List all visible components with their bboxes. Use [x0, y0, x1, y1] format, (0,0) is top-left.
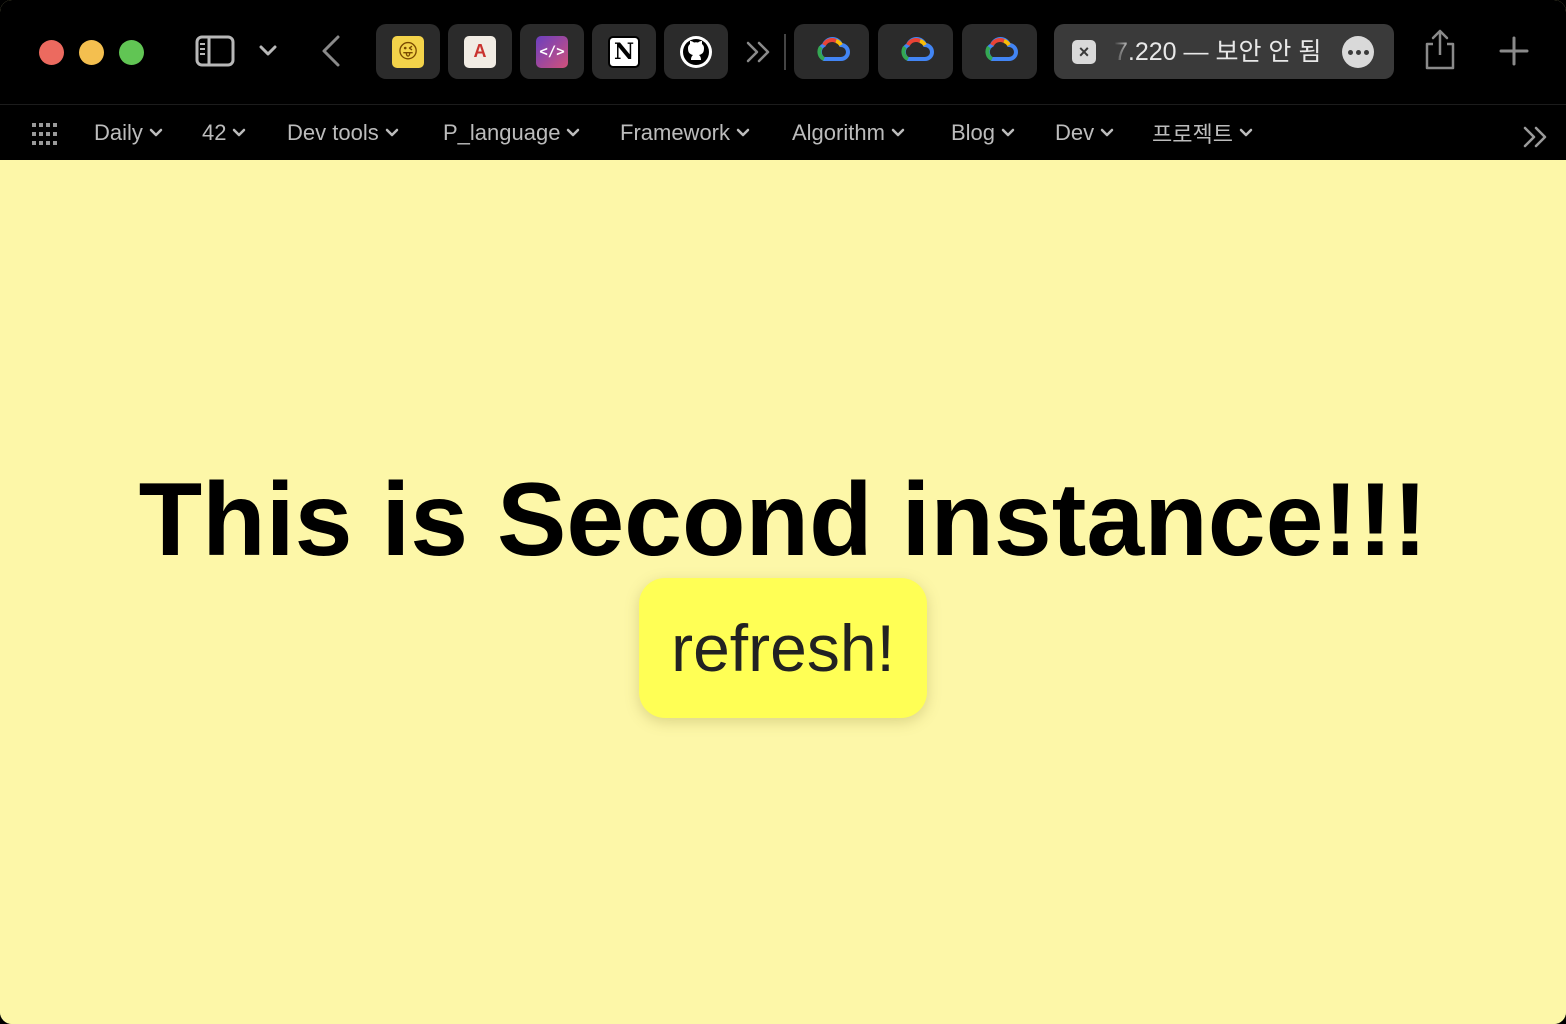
bookmark-label: Blog: [951, 120, 996, 145]
zoom-window-button[interactable]: [119, 40, 144, 65]
active-tab[interactable]: × 7.220 — 보안 안 됨: [1054, 24, 1394, 79]
bookmark-folder-daily[interactable]: Daily: [94, 119, 163, 147]
new-tab-icon[interactable]: [1496, 32, 1532, 70]
bookmarks-bar: Daily 42 Dev tools P_language Framework …: [0, 104, 1566, 160]
bookmark-folder-42[interactable]: 42: [202, 119, 246, 147]
more-tabs-icon[interactable]: [742, 34, 776, 70]
bookmark-label: Daily: [94, 120, 143, 145]
bookmark-folder-p-language[interactable]: P_language: [443, 119, 580, 147]
bookmark-label: Algorithm: [792, 120, 885, 145]
google-cloud-icon: [982, 36, 1018, 67]
chevron-down-icon: [567, 128, 580, 137]
bookmark-folder-blog[interactable]: Blog: [951, 119, 1015, 147]
bookmark-label: Dev tools: [287, 120, 379, 145]
bookmark-folder-project[interactable]: 프로젝트: [1152, 119, 1253, 147]
sidebar-toggle-icon[interactable]: [192, 30, 238, 72]
google-cloud-icon: [898, 36, 934, 67]
apps-grid-icon[interactable]: [32, 123, 58, 145]
code-favicon-icon: </>: [536, 35, 568, 68]
page-headline: This is Second instance!!!: [138, 462, 1428, 578]
chevron-down-icon[interactable]: [256, 36, 280, 66]
chevron-down-icon: [1001, 128, 1015, 137]
emoji-favicon-icon: 😜: [392, 35, 424, 68]
page-content: This is Second instance!!! refresh!: [0, 160, 1566, 1024]
pinned-tab[interactable]: [664, 24, 728, 79]
bookmark-folder-dev-tools[interactable]: Dev tools: [287, 119, 399, 147]
bookmark-folder-framework[interactable]: Framework: [620, 119, 750, 147]
chevron-down-icon: [1239, 128, 1253, 137]
pinned-tab[interactable]: 😜: [376, 24, 440, 79]
bookmark-folder-dev[interactable]: Dev: [1055, 119, 1114, 147]
active-tab-title: 7.220 — 보안 안 됨: [1114, 38, 1322, 66]
chevron-down-icon: [149, 128, 163, 137]
bookmark-folder-algorithm[interactable]: Algorithm: [792, 119, 905, 147]
cloud-tab[interactable]: [962, 24, 1037, 79]
cloud-tab[interactable]: [794, 24, 869, 79]
chevron-down-icon: [385, 128, 398, 137]
github-favicon-icon: [680, 35, 712, 68]
pinned-tab[interactable]: N: [592, 24, 656, 79]
bookmark-label: Framework: [620, 120, 731, 145]
pinned-tab[interactable]: A: [448, 24, 512, 79]
close-tab-icon[interactable]: ×: [1072, 40, 1096, 64]
minimize-window-button[interactable]: [79, 40, 104, 65]
bookmark-label: P_language: [443, 120, 561, 145]
bookmark-label: 42: [202, 120, 227, 145]
share-icon[interactable]: [1420, 26, 1460, 72]
cloud-tab[interactable]: [878, 24, 953, 79]
notion-favicon-icon: N: [608, 35, 640, 68]
pinned-tab[interactable]: </>: [520, 24, 584, 79]
google-cloud-icon: [814, 36, 850, 67]
chevron-down-icon: [736, 128, 750, 137]
title-bar: 😜 A </> N × 7.220 — 보안 안 됨: [0, 0, 1566, 104]
chevron-down-icon: [1100, 128, 1114, 137]
bookmarks-overflow-icon[interactable]: [1522, 125, 1552, 153]
bookmark-label: Dev: [1055, 120, 1095, 145]
bookmark-label: 프로젝트: [1152, 122, 1233, 147]
chevron-down-icon: [891, 128, 905, 137]
close-window-button[interactable]: [39, 40, 64, 65]
tower-favicon-icon: A: [464, 35, 496, 68]
tab-divider: [784, 34, 786, 70]
back-arrow-icon[interactable]: [314, 30, 348, 72]
more-options-icon[interactable]: [1342, 36, 1374, 68]
browser-window: 😜 A </> N × 7.220 — 보안 안 됨 Daily 42 Dev …: [0, 0, 1566, 1024]
refresh-button[interactable]: refresh!: [639, 578, 927, 718]
chevron-down-icon: [233, 128, 246, 137]
